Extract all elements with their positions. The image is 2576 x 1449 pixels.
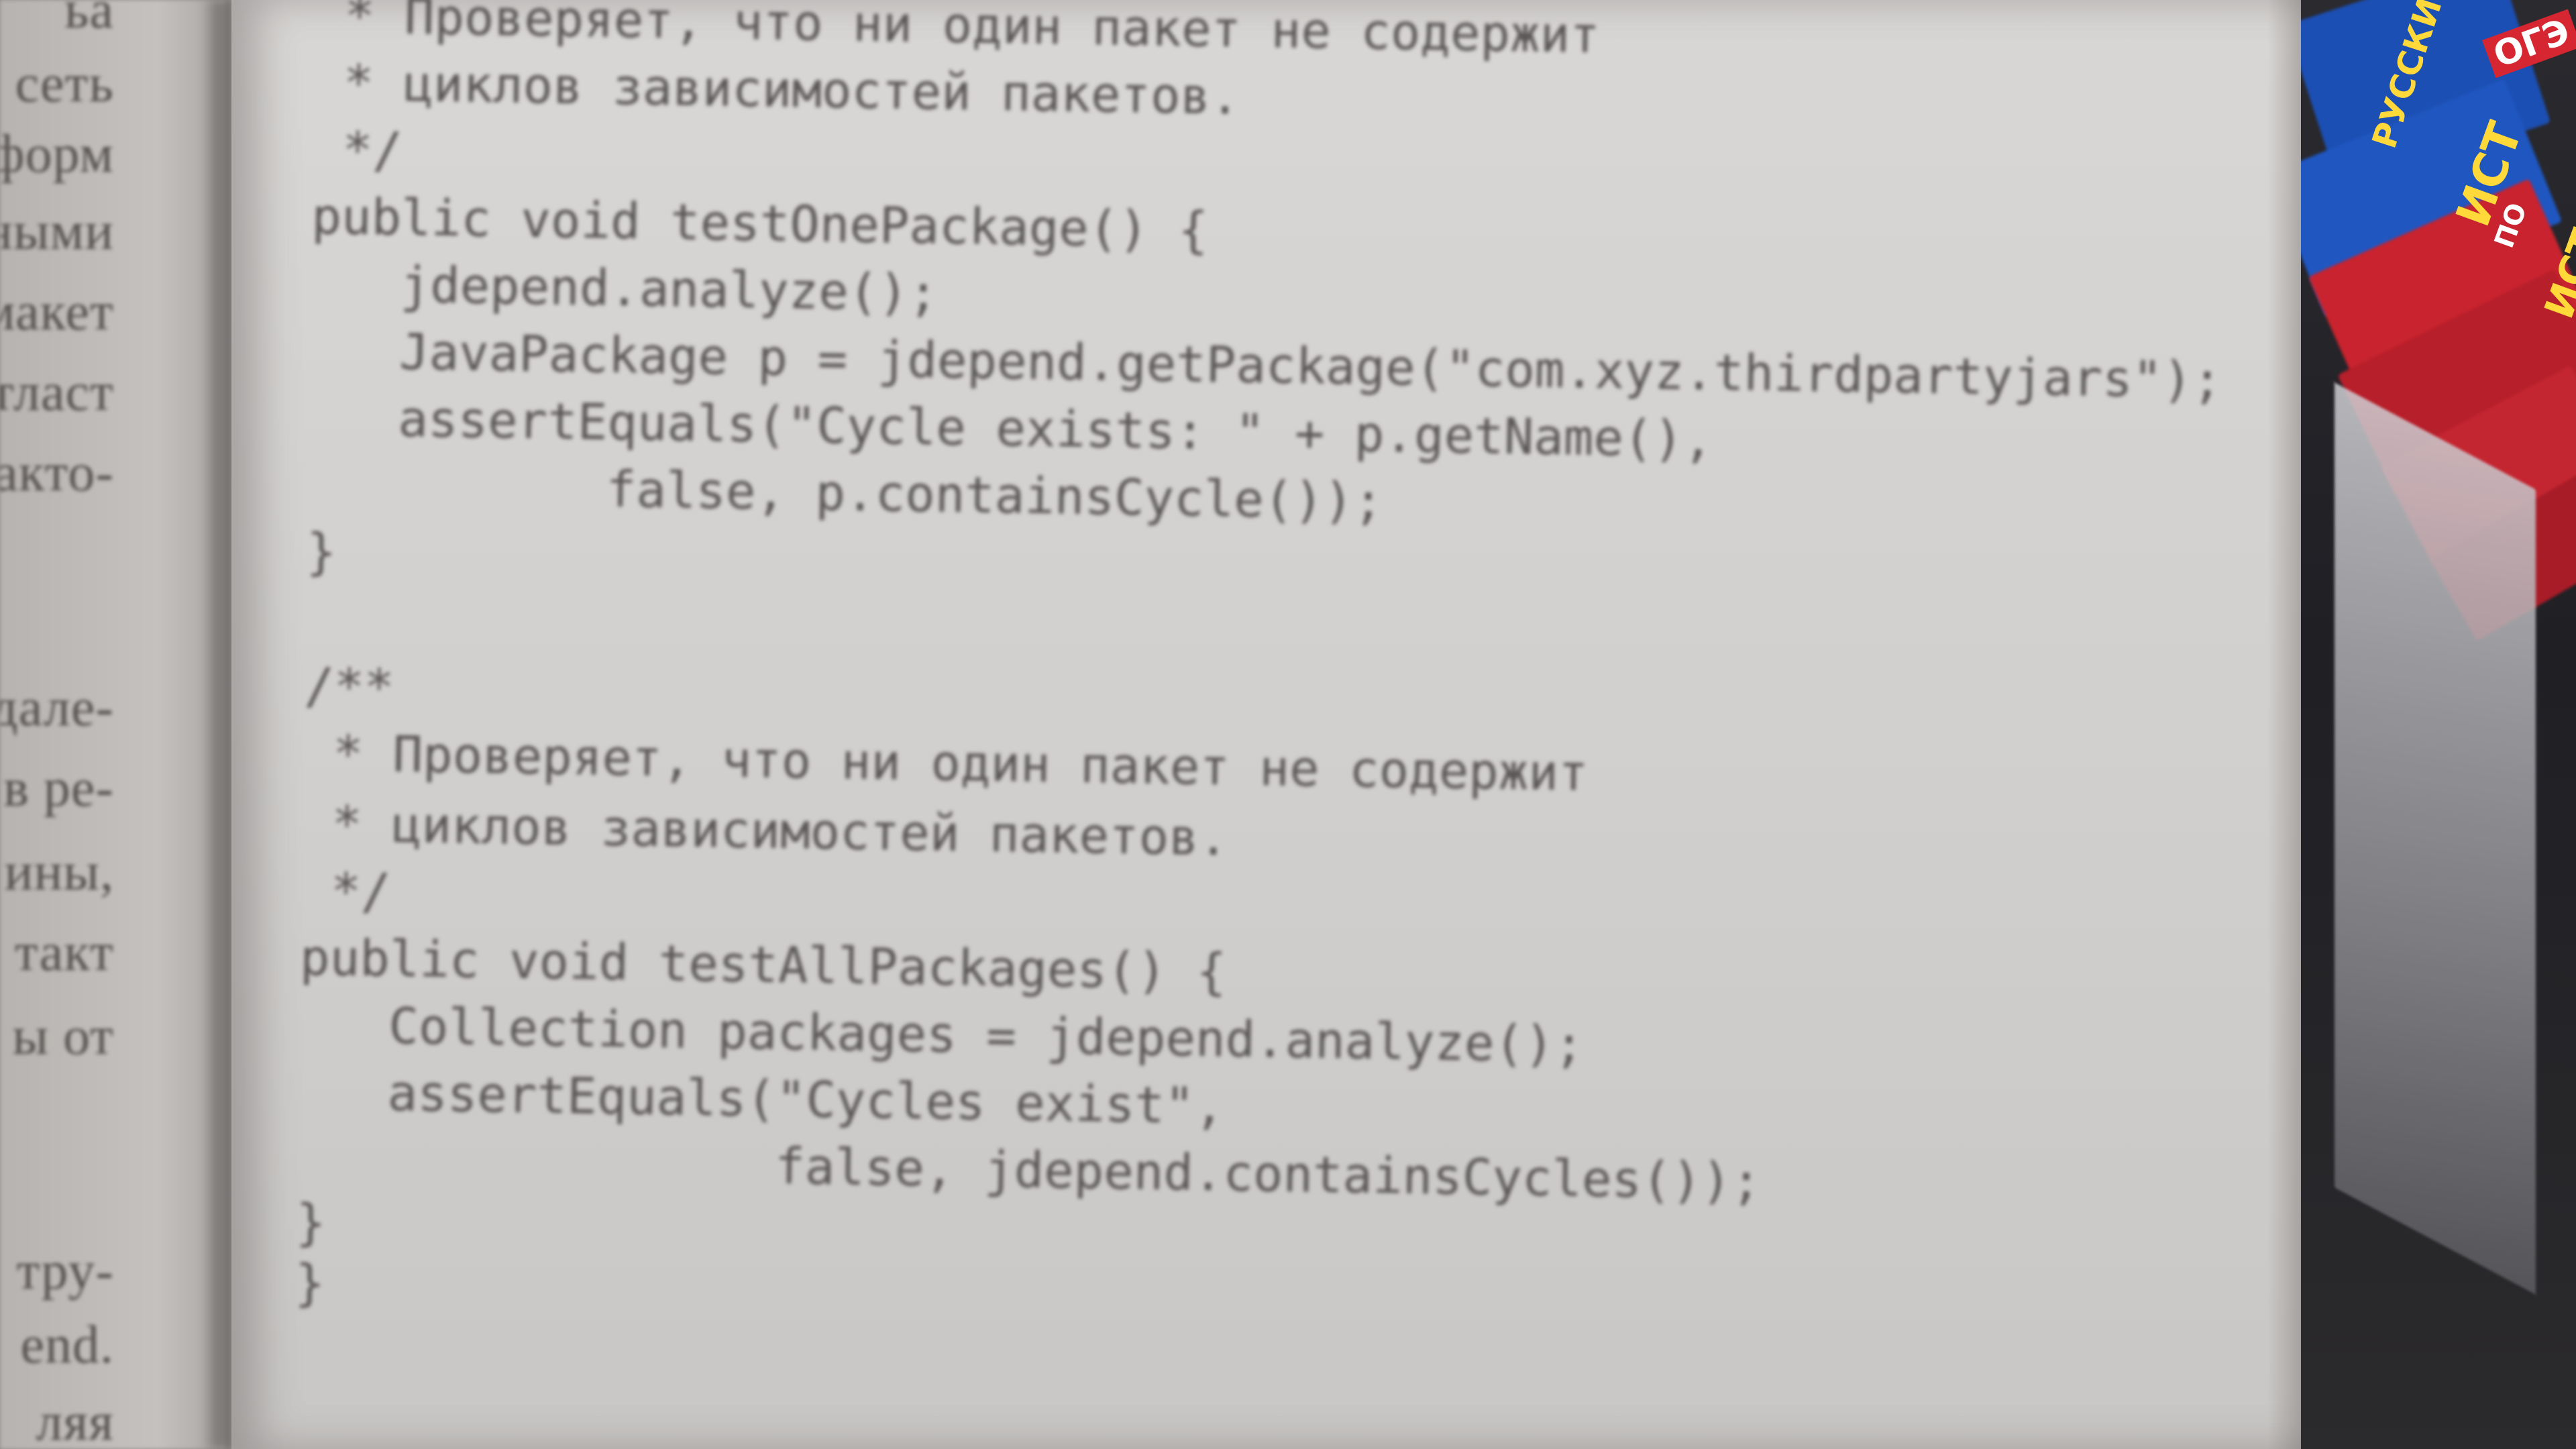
left-page-fragment: тласт (0, 363, 114, 422)
left-page-fragment: форм (0, 125, 114, 184)
left-page-fragment: ь сеть (0, 54, 114, 113)
left-page-fragment: макет (0, 282, 114, 341)
left-page-fragment: тру- (16, 1242, 114, 1301)
code-line: jdepend.analyze(); (310, 254, 939, 323)
code-line: } (295, 1193, 327, 1252)
left-page-fragment: акто- (0, 443, 114, 502)
left-page-fragment: ляя (36, 1393, 114, 1449)
left-page-fragment: в ре- (3, 759, 114, 818)
left-book-page: ьа ь сеть форм ными макет тласт акто- да… (0, 0, 225, 1449)
left-page-fragment: дале- (0, 678, 114, 737)
left-page-fragment: ы от (12, 1007, 114, 1066)
code-line: */ (312, 120, 403, 180)
left-page-fragment: ьа (64, 0, 114, 40)
photo-scene: ьа ь сеть форм ными макет тласт акто- да… (0, 0, 2576, 1449)
code-line: } (294, 1254, 325, 1313)
left-page-fragment: такт (14, 923, 114, 982)
background-bookshelf: РУССКИЙ ЯЗЫК ОГЭ ИСТ ПО ИСТ (2301, 0, 2576, 1449)
left-page-fragment: end. (20, 1316, 114, 1375)
code-line: */ (301, 861, 392, 921)
code-line: /** (303, 657, 394, 716)
left-page-fragment: ными (0, 202, 114, 261)
metal-rack (2334, 382, 2536, 1295)
left-page-fragment: ины, (4, 843, 114, 902)
code-line: } (306, 523, 337, 582)
